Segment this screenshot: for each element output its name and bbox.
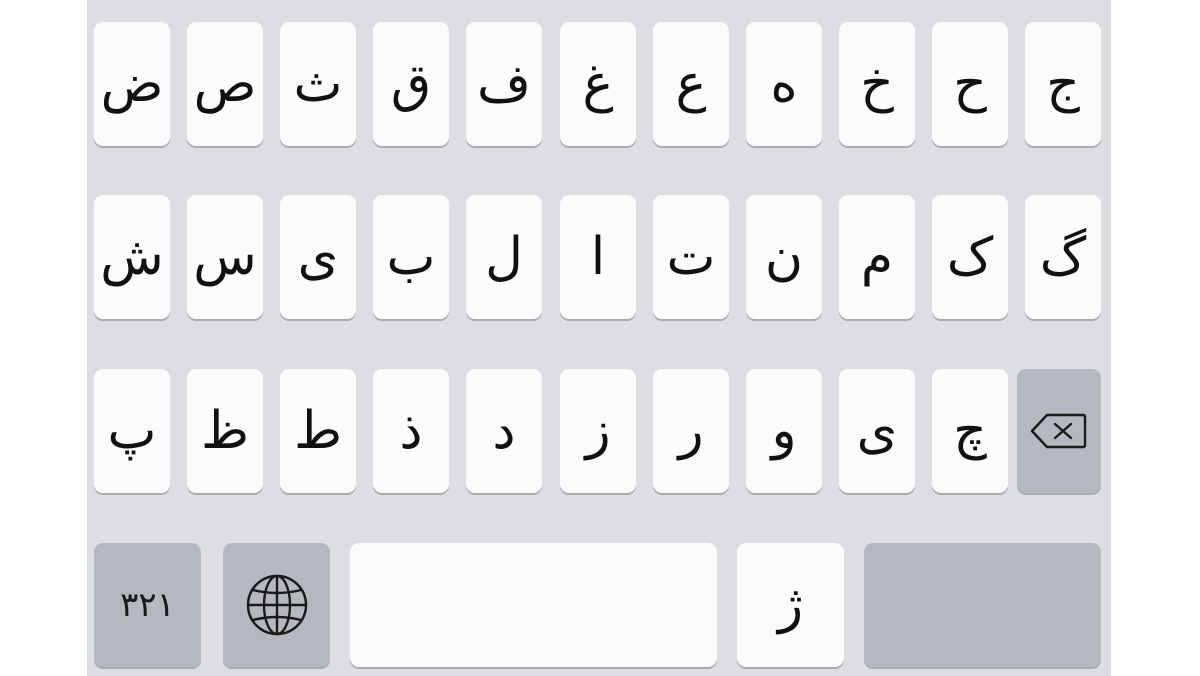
key-label: ی xyxy=(297,227,339,287)
keyboard-row-1: ج ح خ ه ع غ ف ق ث ص ض xyxy=(87,22,1111,146)
key-ghaf[interactable]: ق xyxy=(373,22,449,146)
key-ze[interactable]: ز xyxy=(560,369,636,493)
key-label: ذ xyxy=(399,401,423,461)
backspace-icon xyxy=(1030,413,1087,449)
key-label: د xyxy=(492,401,516,461)
key-zhe[interactable]: ژ xyxy=(737,543,844,667)
key-te[interactable]: ت xyxy=(653,195,729,319)
key-mim[interactable]: م xyxy=(839,195,915,319)
return-key[interactable] xyxy=(864,543,1101,667)
key-label: پ xyxy=(107,401,157,461)
key-label: گ xyxy=(1039,227,1087,287)
key-label: ش xyxy=(100,227,164,287)
key-zad[interactable]: ض xyxy=(94,22,170,146)
key-label: چ xyxy=(953,401,987,461)
key-khe[interactable]: خ xyxy=(839,22,915,146)
key-zal[interactable]: ذ xyxy=(373,369,449,493)
persian-keyboard: ج ح خ ه ع غ ف ق ث ص ض گ ک م ن ت ا ل ب ی … xyxy=(87,0,1111,676)
space-bar[interactable] xyxy=(350,543,717,667)
key-label: ی xyxy=(856,401,898,461)
key-label: ب xyxy=(386,227,436,287)
key-nun[interactable]: ن xyxy=(746,195,822,319)
key-che[interactable]: چ xyxy=(932,369,1008,493)
key-jim[interactable]: ج xyxy=(1025,22,1101,146)
key-label: ج xyxy=(1046,54,1080,114)
key-label: ک xyxy=(946,227,994,287)
numbers-key-label: ۳۲۱ xyxy=(120,585,175,625)
key-sin[interactable]: س xyxy=(187,195,263,319)
key-label: ژ xyxy=(777,575,804,635)
key-he[interactable]: ه xyxy=(746,22,822,146)
key-label: ر xyxy=(678,401,704,461)
keyboard-row-4: ۳۲۱ ژ xyxy=(87,543,1111,667)
key-label: ن xyxy=(764,227,804,287)
key-he-jimi[interactable]: ح xyxy=(932,22,1008,146)
key-label: س xyxy=(193,227,257,287)
key-label: ص xyxy=(193,54,257,114)
key-sad[interactable]: ص xyxy=(187,22,263,146)
key-se[interactable]: ث xyxy=(280,22,356,146)
key-be[interactable]: ب xyxy=(373,195,449,319)
key-lam[interactable]: ل xyxy=(466,195,542,319)
backspace-button[interactable] xyxy=(1017,369,1101,493)
globe-key[interactable] xyxy=(223,543,330,667)
key-label: ز xyxy=(585,401,611,461)
key-ghein[interactable]: غ xyxy=(560,22,636,146)
key-label: ط xyxy=(293,401,343,461)
key-label: ف xyxy=(477,54,531,114)
key-re[interactable]: ر xyxy=(653,369,729,493)
keyboard-row-3: چ ی و ر ز د ذ ط ظ پ xyxy=(87,369,1111,493)
screenshot: ج ح خ ه ع غ ف ق ث ص ض گ ک م ن ت ا ل ب ی … xyxy=(0,0,1200,676)
key-kaf[interactable]: ک xyxy=(932,195,1008,319)
key-ein[interactable]: ع xyxy=(653,22,729,146)
key-pe[interactable]: پ xyxy=(94,369,170,493)
key-dal[interactable]: د xyxy=(466,369,542,493)
key-label: ت xyxy=(666,227,716,287)
key-label: ع xyxy=(675,54,707,114)
key-label: م xyxy=(860,227,894,287)
key-label: ا xyxy=(590,227,606,287)
key-ye-2[interactable]: ی xyxy=(839,369,915,493)
key-label: و xyxy=(771,401,797,461)
globe-icon xyxy=(246,574,307,636)
key-vav[interactable]: و xyxy=(746,369,822,493)
key-alef[interactable]: ا xyxy=(560,195,636,319)
numbers-key[interactable]: ۳۲۱ xyxy=(94,543,201,667)
key-ta[interactable]: ط xyxy=(280,369,356,493)
key-label: ه xyxy=(770,54,798,114)
key-label: ث xyxy=(293,54,343,114)
key-gaf[interactable]: گ xyxy=(1025,195,1101,319)
keyboard-row-2: گ ک م ن ت ا ل ب ی س ش xyxy=(87,195,1111,319)
key-fe[interactable]: ف xyxy=(466,22,542,146)
key-label: ظ xyxy=(200,401,250,461)
key-label: ل xyxy=(485,227,523,287)
key-label: ض xyxy=(100,54,164,114)
key-ye[interactable]: ی xyxy=(280,195,356,319)
key-za[interactable]: ظ xyxy=(187,369,263,493)
key-label: ح xyxy=(953,54,987,114)
key-label: ق xyxy=(390,54,432,114)
key-label: غ xyxy=(582,54,614,114)
key-shin[interactable]: ش xyxy=(94,195,170,319)
key-label: خ xyxy=(860,54,894,114)
